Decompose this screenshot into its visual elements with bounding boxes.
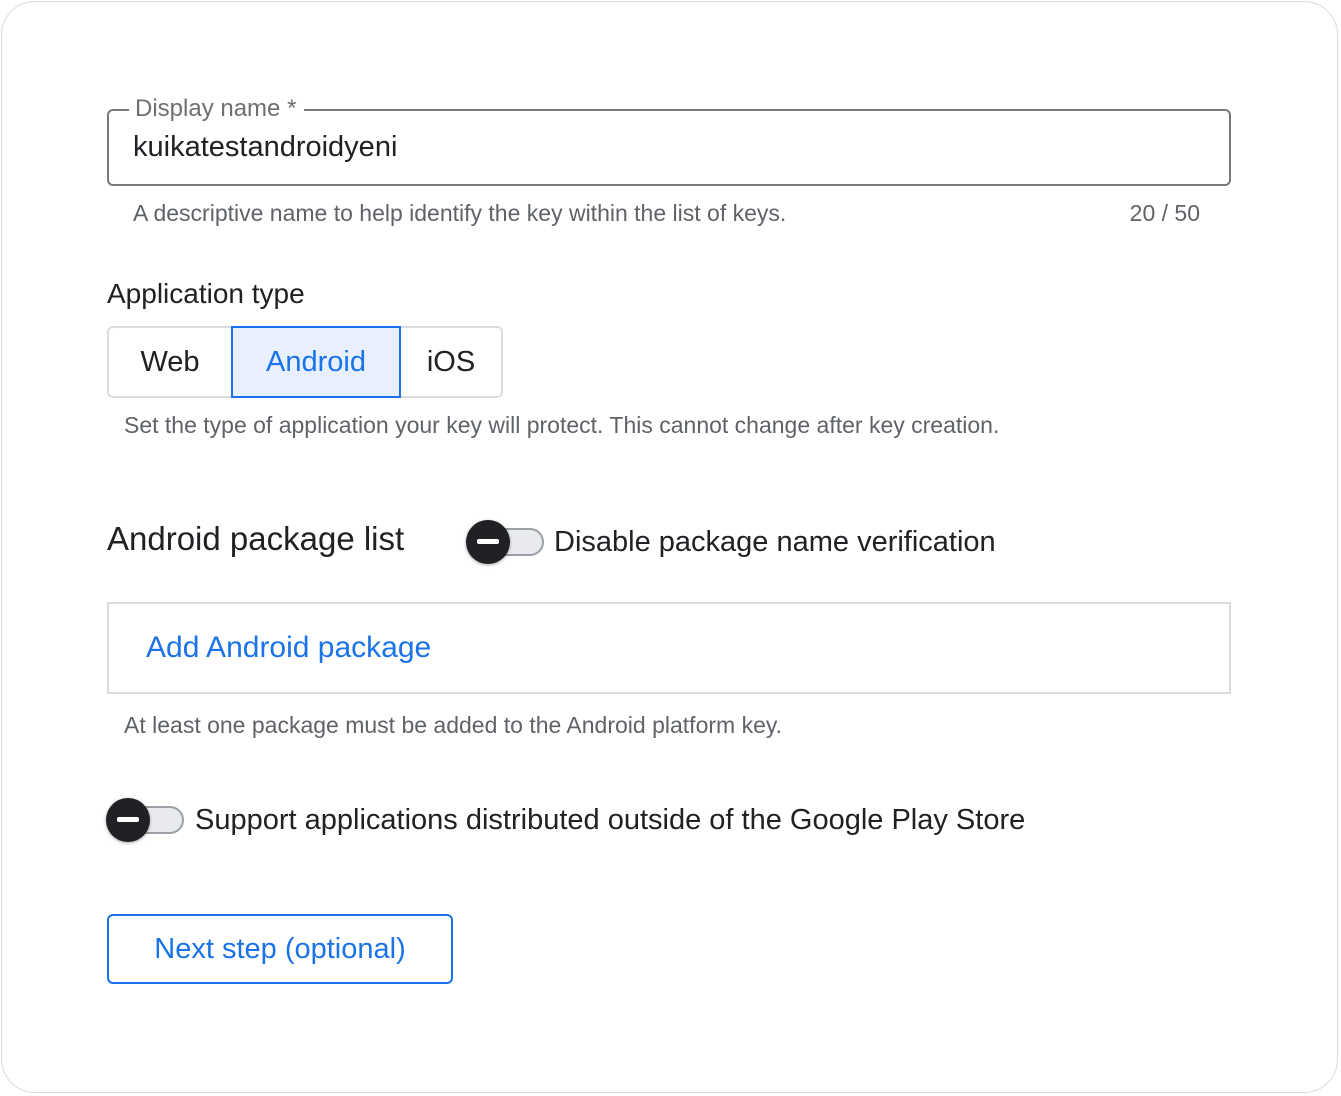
app-type-web-button[interactable]: Web <box>109 328 231 396</box>
android-package-box: Add Android package <box>107 602 1231 694</box>
application-type-title: Application type <box>107 278 305 309</box>
application-type-hint: Set the type of application your key wil… <box>124 412 1000 438</box>
toggle-off-icon <box>466 520 510 564</box>
app-type-ios-button[interactable]: iOS <box>401 328 501 396</box>
display-name-label: Display name * <box>129 95 305 123</box>
display-name-input[interactable] <box>133 129 1193 165</box>
display-name-hint: A descriptive name to help identify the … <box>133 200 787 226</box>
disable-verification-toggle[interactable] <box>466 520 546 564</box>
android-package-hint: At least one package must be added to th… <box>124 712 783 738</box>
disable-verification-label: Disable package name verification <box>554 526 996 558</box>
add-android-package-button[interactable]: Add Android package <box>146 630 431 666</box>
display-name-counter: 20 / 50 <box>1129 200 1200 226</box>
outside-play-store-label: Support applications distributed outside… <box>195 804 1026 836</box>
form-card: Display name * A descriptive name to hel… <box>1 1 1338 1093</box>
display-name-field[interactable]: Display name * <box>107 95 1231 186</box>
app-type-android-button[interactable]: Android <box>231 326 401 398</box>
outside-play-store-toggle[interactable] <box>106 798 186 842</box>
application-type-selector: Web Android iOS <box>107 326 503 398</box>
next-step-button[interactable]: Next step (optional) <box>107 914 453 984</box>
toggle-off-icon <box>106 798 150 842</box>
android-package-list-title: Android package list <box>107 520 405 557</box>
